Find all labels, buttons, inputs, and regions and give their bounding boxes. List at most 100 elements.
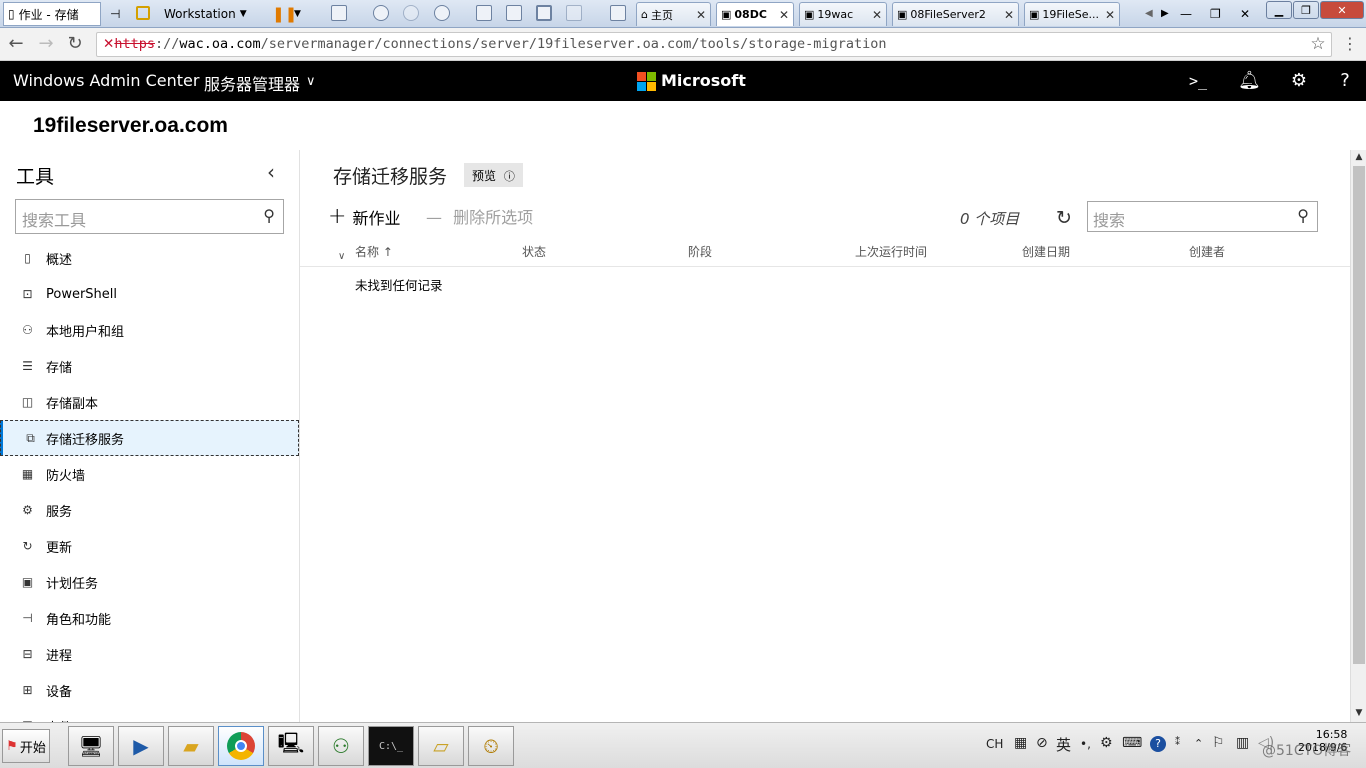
tool-item[interactable]: ▣ 计划任务 <box>0 564 299 600</box>
pin-icon[interactable]: ⊣ <box>110 3 120 24</box>
tool-item[interactable]: ↻ 更新 <box>0 528 299 564</box>
tool-item[interactable]: ▯ 概述 <box>0 240 299 276</box>
close-icon[interactable]: ✕ <box>1004 8 1014 22</box>
help-icon[interactable]: ? <box>1334 70 1356 92</box>
tab-08dc[interactable]: ▣ 08DC ✕ <box>716 2 794 26</box>
powershell-taskbar-icon[interactable]: ▶ <box>118 726 164 766</box>
tool-item[interactable]: ◫ 存储副本 <box>0 384 299 420</box>
tool-item[interactable]: ☰ 存储 <box>0 348 299 384</box>
app-name[interactable]: Windows Admin Center <box>13 71 199 90</box>
search-icon[interactable]: ⚲ <box>263 206 275 225</box>
tab-19fileserver[interactable]: ▣ 19FileSe... ✕ <box>1024 2 1120 26</box>
tab-home[interactable]: ⌂ 主页 ✕ <box>636 2 711 26</box>
vm-window-tab[interactable]: ▯ 作业 - 存储 <box>3 2 101 26</box>
scroll-thumb[interactable] <box>1353 166 1365 664</box>
chrome-menu-icon[interactable]: ⋮ <box>1340 34 1360 54</box>
ime-keyboard-icon[interactable]: ▦ <box>1014 735 1027 751</box>
notepad-icon[interactable]: ▱ <box>418 726 464 766</box>
host-restore-icon[interactable]: ❐ <box>1293 1 1319 19</box>
search-icon[interactable]: ⚲ <box>1297 206 1309 225</box>
thumbnail-icon[interactable] <box>506 5 522 21</box>
server-manager-icon[interactable]: 🖥︎ <box>68 726 114 766</box>
tool-item[interactable]: ⧉ 存储迁移服务 <box>0 420 299 456</box>
show-library-icon[interactable] <box>476 5 492 21</box>
language-indicator[interactable]: CH <box>986 737 1003 751</box>
ime-settings-icon[interactable]: ⚙ <box>1100 735 1113 751</box>
gear-icon[interactable]: ⚙ <box>1288 70 1310 92</box>
close-icon[interactable]: ✕ <box>779 8 789 22</box>
console-view-icon[interactable] <box>610 5 626 21</box>
network-tray-icon[interactable]: ▥ <box>1236 735 1249 751</box>
cmd-icon[interactable]: C:\_ <box>368 726 414 766</box>
tool-item[interactable]: ☐事件 <box>0 708 299 723</box>
ime-disabled-icon[interactable]: ⊘ <box>1036 735 1048 751</box>
file-explorer-icon[interactable]: ▰ <box>168 726 214 766</box>
tool-item[interactable]: ⚇ 本地用户和组 <box>0 312 299 348</box>
show-hidden-icons-icon[interactable]: ⌃ <box>1194 737 1203 750</box>
ime-options-icon[interactable]: ⁑ <box>1175 737 1180 748</box>
action-center-flag-icon[interactable]: ⚐ <box>1212 735 1225 751</box>
tab-08fileserver2[interactable]: ▣ 08FileServer2 ✕ <box>892 2 1019 26</box>
ime-softkeyboard-icon[interactable]: ⌨ <box>1122 735 1142 751</box>
pause-menu-icon[interactable]: ▼ <box>294 3 301 24</box>
new-job-button[interactable]: + 新作业 <box>328 204 400 229</box>
column-header-name[interactable]: 名称 ↑ <box>355 243 393 260</box>
delete-selected-button[interactable]: — 删除所选项 <box>426 204 533 228</box>
powershell-icon[interactable]: >_ <box>1187 70 1209 92</box>
column-header-phase[interactable]: 阶段 <box>688 243 712 260</box>
tab-scroll-right-icon[interactable]: ▶ <box>1161 3 1169 24</box>
unity-icon[interactable] <box>566 5 582 21</box>
column-header-created-by[interactable]: 创建者 <box>1189 243 1225 260</box>
page-scrollbar[interactable]: ▲ ▼ <box>1350 150 1366 722</box>
column-header-last-run[interactable]: 上次运行时间 <box>855 243 927 260</box>
start-button[interactable]: ⚑ 开始 <box>2 729 50 763</box>
refresh-icon[interactable]: ↻ <box>1056 207 1072 229</box>
list-search-input[interactable]: 搜索 ⚲ <box>1087 201 1318 232</box>
tool-item[interactable]: ⚙ 服务 <box>0 492 299 528</box>
task-scheduler-icon[interactable]: ⏲ <box>468 726 514 766</box>
fullscreen-icon[interactable] <box>536 5 552 21</box>
help-icon[interactable]: ? <box>1150 736 1166 752</box>
workstation-menu[interactable]: Workstation ▼ <box>164 3 247 24</box>
notification-bell-icon[interactable]: 🔔︎ <box>1238 70 1261 92</box>
collapse-chevron-icon[interactable]: ‹ <box>262 160 280 184</box>
host-close-icon[interactable]: ✕ <box>1320 1 1364 19</box>
tools-search-input[interactable]: 搜索工具 ⚲ <box>15 199 284 234</box>
revert-snapshot-icon[interactable] <box>403 5 419 21</box>
back-icon[interactable]: ← <box>6 34 26 54</box>
restore-icon[interactable]: ❐ <box>1210 3 1221 24</box>
tool-item[interactable]: ⊞ 设备 <box>0 672 299 708</box>
tool-item[interactable]: ⊣ 角色和功能 <box>0 600 299 636</box>
column-header-status[interactable]: 状态 <box>522 243 546 260</box>
network-icon[interactable]: ⚇ <box>318 726 364 766</box>
tab-19wac[interactable]: ▣ 19wac ✕ <box>799 2 887 26</box>
close-icon[interactable]: ✕ <box>872 8 882 22</box>
column-header-created-date[interactable]: 创建日期 <box>1022 243 1070 260</box>
close-icon[interactable]: ✕ <box>696 8 706 22</box>
host-minimize-icon[interactable]: ▁ <box>1266 1 1292 19</box>
tool-item[interactable]: ▦ 防火墙 <box>0 456 299 492</box>
address-bar[interactable]: ✕https://wac.oa.com/servermanager/connec… <box>96 32 1332 57</box>
chevron-down-icon[interactable]: ∨ <box>306 74 316 89</box>
snapshot-manager-icon[interactable] <box>434 5 450 21</box>
ime-mode[interactable]: 英 <box>1056 734 1071 755</box>
tool-item[interactable]: ⊟ 进程 <box>0 636 299 672</box>
preview-badge[interactable]: 预览 ⓘ <box>464 163 523 187</box>
bookmark-star-icon[interactable]: ☆ <box>1308 34 1328 54</box>
remote-desktop-icon[interactable]: 🖳 <box>268 726 314 766</box>
ime-punctuation-icon[interactable]: •, <box>1080 737 1091 751</box>
forward-icon[interactable]: → <box>36 34 56 54</box>
close-icon[interactable]: ✕ <box>1105 8 1115 22</box>
tool-item[interactable]: ⊡ PowerShell <box>0 276 299 312</box>
tab-scroll-left-icon[interactable]: ◀ <box>1145 3 1153 24</box>
select-all-chevron-icon[interactable]: ∨ <box>338 251 345 262</box>
reload-icon[interactable]: ↻ <box>65 34 85 54</box>
minimize-icon[interactable]: — <box>1180 3 1192 24</box>
scroll-down-icon[interactable]: ▼ <box>1353 708 1365 720</box>
scroll-up-icon[interactable]: ▲ <box>1353 152 1365 164</box>
send-keys-icon[interactable] <box>331 5 347 21</box>
snapshot-icon[interactable] <box>373 5 389 21</box>
solution-switcher[interactable]: 服务器管理器 <box>204 71 300 95</box>
chrome-icon[interactable] <box>218 726 264 766</box>
close-window-icon[interactable]: ✕ <box>1240 3 1250 24</box>
